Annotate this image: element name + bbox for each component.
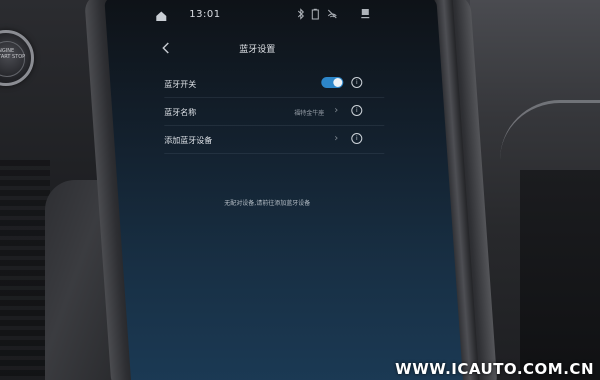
add-device-label: 添加蓝牙设备 bbox=[164, 136, 213, 145]
page-title: 蓝牙设置 bbox=[239, 45, 276, 55]
bluetooth-switch-label: 蓝牙开关 bbox=[164, 80, 197, 89]
empty-device-message: 无配对设备,请前往添加蓝牙设备 bbox=[224, 200, 311, 207]
site-watermark: WWW.ICAUTO.COM.CN bbox=[395, 360, 594, 378]
infotainment-screen: 13:01 蓝牙设置 蓝牙开关 i 蓝牙名称 福特金牛座 › i 添加蓝牙设备 … bbox=[104, 0, 464, 380]
status-bar: 13:01 bbox=[144, 0, 414, 32]
car-dashboard-photo: ENGINE START STOP 13:01 bbox=[0, 0, 600, 380]
info-icon[interactable]: i bbox=[351, 77, 363, 88]
right-panel-shadow bbox=[520, 170, 600, 380]
start-button-label: ENGINE START STOP bbox=[0, 48, 26, 60]
toggle-knob bbox=[333, 78, 343, 87]
bluetooth-toggle[interactable] bbox=[321, 77, 344, 88]
home-icon[interactable] bbox=[154, 8, 168, 22]
info-icon[interactable]: i bbox=[351, 133, 363, 144]
status-icons bbox=[296, 8, 396, 22]
bluetooth-name-label: 蓝牙名称 bbox=[164, 108, 197, 117]
bluetooth-icon bbox=[296, 8, 305, 23]
divider bbox=[164, 153, 385, 154]
bluetooth-name-value: 福特金牛座 bbox=[294, 110, 325, 117]
bluetooth-name-row[interactable]: 蓝牙名称 福特金牛座 › i bbox=[144, 98, 414, 126]
info-icon[interactable]: i bbox=[351, 105, 363, 116]
chevron-right-icon: › bbox=[334, 133, 339, 144]
page-header: 蓝牙设置 bbox=[144, 34, 414, 64]
no-signal-icon bbox=[326, 8, 338, 23]
clock: 13:01 bbox=[189, 9, 221, 20]
settings-list: 蓝牙开关 i 蓝牙名称 福特金牛座 › i 添加蓝牙设备 › i bbox=[144, 70, 414, 154]
add-device-row[interactable]: 添加蓝牙设备 › i bbox=[144, 126, 414, 154]
chevron-left-icon[interactable] bbox=[158, 40, 174, 56]
bluetooth-switch-row: 蓝牙开关 i bbox=[144, 70, 414, 98]
download-icon bbox=[360, 8, 370, 23]
chevron-right-icon: › bbox=[334, 105, 339, 116]
battery-icon bbox=[310, 8, 320, 23]
screen-content: 13:01 蓝牙设置 蓝牙开关 i 蓝牙名称 福特金牛座 › i 添加蓝牙设备 … bbox=[144, 0, 434, 380]
left-air-vent bbox=[0, 160, 50, 380]
